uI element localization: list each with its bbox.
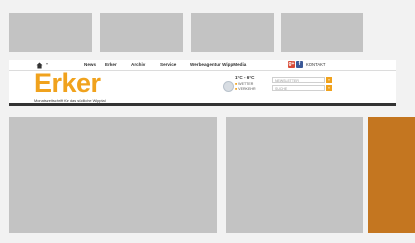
nav-link-archiv[interactable]: Archiv xyxy=(131,62,145,68)
newsletter-submit-button[interactable]: » xyxy=(326,77,332,83)
search-input[interactable]: SUCHE xyxy=(272,85,325,91)
banner-ad-placeholder-2[interactable] xyxy=(100,13,183,52)
temperature-range: 1°C - 6°C xyxy=(235,75,255,80)
sidebar-panel[interactable] xyxy=(368,117,415,233)
nav-link-service[interactable]: Service xyxy=(160,62,176,68)
traffic-link-label: VERKEHR xyxy=(238,87,256,91)
google-plus-icon[interactable]: g+ xyxy=(288,61,295,68)
search-submit-button[interactable]: » xyxy=(326,85,332,91)
chevron-down-icon[interactable]: ▾ xyxy=(46,61,48,66)
weather-icon xyxy=(223,81,234,92)
traffic-link[interactable]: ■ VERKEHR xyxy=(235,87,256,91)
header-divider xyxy=(9,103,396,106)
banner-ad-placeholder-1[interactable] xyxy=(9,13,92,52)
nav-link-erker[interactable]: Erker xyxy=(105,62,117,68)
nav-link-werbeagentur[interactable]: Werbeagentur WippMedia xyxy=(190,62,246,68)
weather-link[interactable]: ■ WETTER xyxy=(235,82,253,86)
site-header: ▾ News Erker Archiv Service Werbeagentur… xyxy=(9,60,396,106)
facebook-icon[interactable]: f xyxy=(296,61,303,68)
content-image-placeholder-1[interactable] xyxy=(9,117,217,233)
contact-link[interactable]: KONTAKT xyxy=(306,62,325,68)
banner-ad-placeholder-3[interactable] xyxy=(191,13,274,52)
banner-ad-placeholder-4[interactable] xyxy=(281,13,363,52)
weather-link-label: WETTER xyxy=(238,82,254,86)
newsletter-input[interactable]: NEWSLETTER xyxy=(272,77,325,83)
site-logo[interactable]: Erker xyxy=(34,70,101,97)
content-image-placeholder-2[interactable] xyxy=(226,117,363,233)
